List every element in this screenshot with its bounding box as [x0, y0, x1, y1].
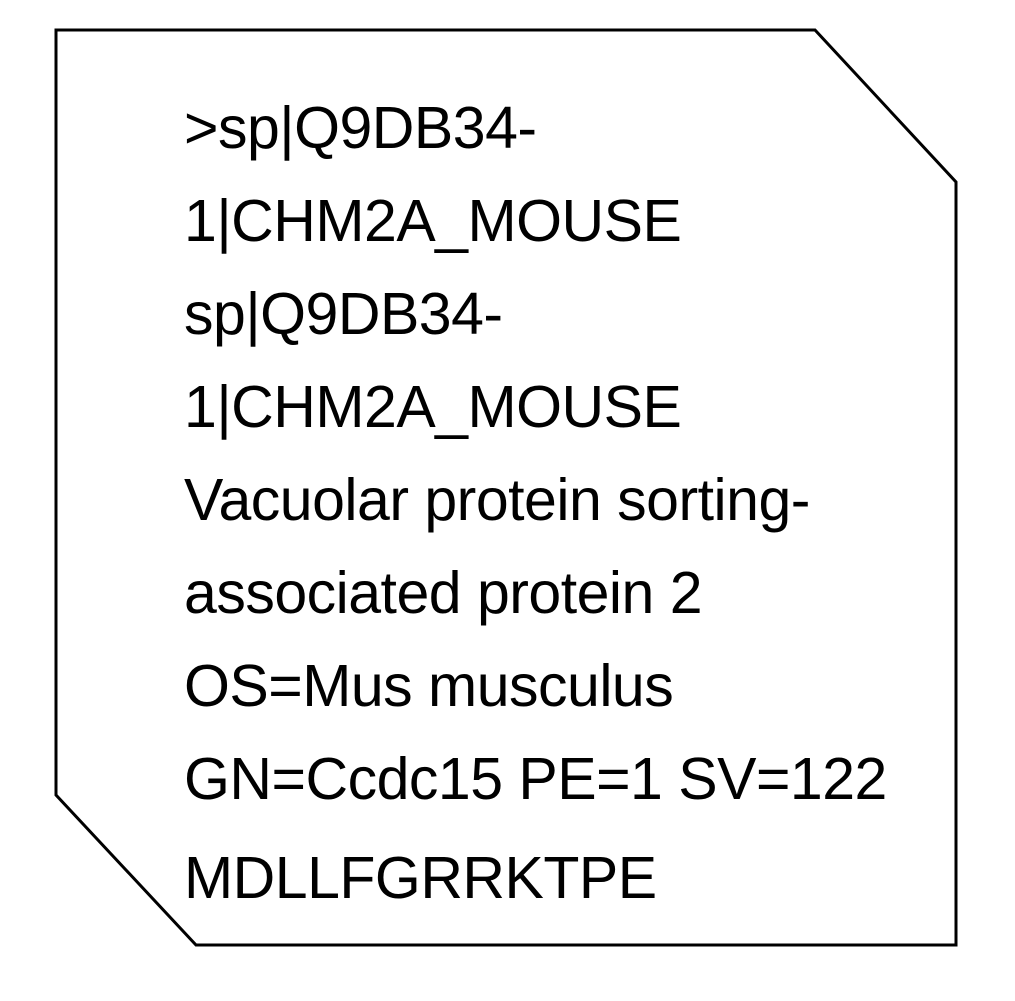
header-line-1: >sp|Q9DB34-: [184, 95, 537, 161]
header-line-3: sp|Q9DB34-: [184, 281, 503, 347]
protein-name-line-2: associated protein 2: [184, 560, 703, 626]
header-line-4: 1|CHM2A_MOUSE: [184, 374, 682, 440]
gene-info-line: GN=Ccdc15 PE=1 SV=122: [184, 746, 887, 812]
sequence-line: MDLLFGRRKTPE: [184, 845, 657, 911]
fasta-record: >sp|Q9DB34- 1|CHM2A_MOUSE sp|Q9DB34- 1|C…: [184, 82, 944, 925]
protein-name-line-1: Vacuolar protein sorting-: [184, 467, 810, 533]
organism-line: OS=Mus musculus: [184, 653, 674, 719]
header-line-2: 1|CHM2A_MOUSE: [184, 188, 682, 254]
